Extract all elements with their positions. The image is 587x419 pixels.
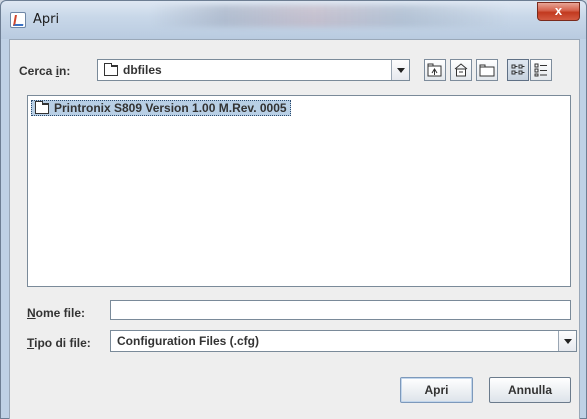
background-blur (151, 5, 511, 27)
file-type-label: Tipo di file: (27, 336, 91, 350)
chevron-down-icon[interactable] (558, 331, 576, 351)
title-bar[interactable]: Apri x (1, 1, 586, 39)
cancel-button[interactable]: Annulla (489, 377, 571, 403)
list-view-button[interactable] (507, 59, 529, 81)
up-folder-icon (427, 63, 442, 77)
up-one-level-button[interactable] (424, 59, 446, 81)
look-in-combo[interactable]: dbfiles (97, 59, 410, 81)
file-type-combo[interactable]: Configuration Files (.cfg) (110, 330, 577, 352)
chevron-down-icon[interactable] (391, 60, 409, 80)
folder-icon (35, 100, 49, 114)
dialog-content: Cerca in: dbfiles Printronix S809 Versio… (9, 39, 580, 419)
details-view-button[interactable] (530, 59, 552, 81)
look-in-label: Cerca in: (19, 64, 71, 78)
list-view-icon (511, 64, 525, 75)
file-name-label: Nome file: (27, 306, 86, 320)
home-icon (454, 63, 468, 77)
folder-icon (104, 62, 118, 76)
file-name-input[interactable] (110, 300, 571, 320)
close-icon: x (554, 3, 563, 18)
new-folder-icon (479, 64, 495, 77)
list-item[interactable]: Printronix S809 Version 1.00 M.Rev. 0005 (31, 100, 291, 116)
open-dialog-window: Apri x Cerca in: dbfiles Printronix S809… (0, 0, 587, 419)
new-folder-button[interactable] (476, 59, 498, 81)
details-view-icon (534, 63, 547, 77)
look-in-value: dbfiles (104, 60, 162, 80)
home-button[interactable] (450, 59, 472, 81)
close-button[interactable]: x (537, 2, 580, 21)
file-list[interactable]: Printronix S809 Version 1.00 M.Rev. 0005 (27, 95, 571, 287)
java-app-icon (10, 12, 26, 28)
window-title: Apri (33, 12, 60, 27)
open-button[interactable]: Apri (400, 377, 473, 403)
file-type-value: Configuration Files (.cfg) (117, 334, 259, 348)
